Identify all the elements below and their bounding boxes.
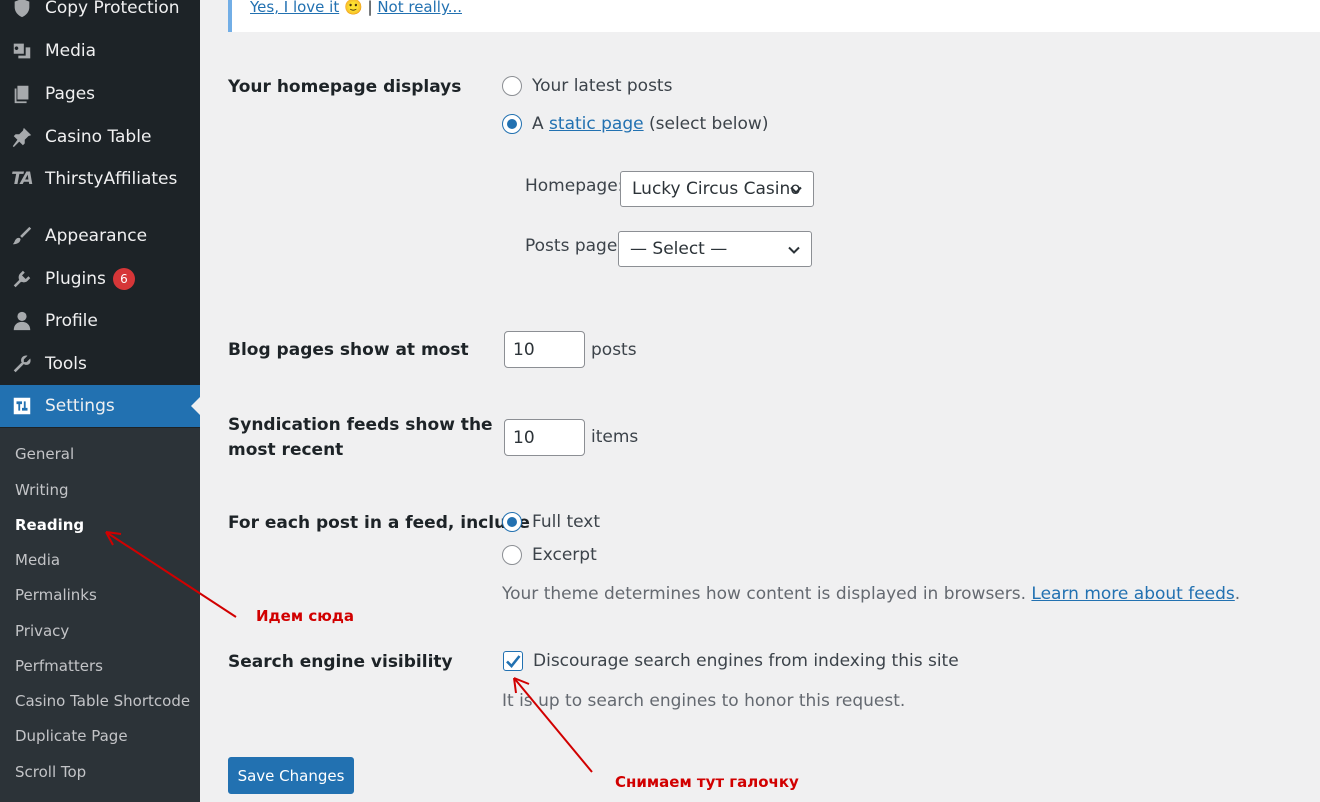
shield-icon [10, 0, 34, 20]
submenu-writing[interactable]: Writing [15, 481, 69, 499]
uncheck-here-annotation: Снимаем тут галочку [615, 773, 799, 791]
submenu-scroll-top[interactable]: Scroll Top [15, 763, 86, 781]
feed-include-label: For each post in a feed, include [228, 513, 530, 533]
submenu-media[interactable]: Media [15, 551, 60, 569]
posts-page-select-label: Posts page: [525, 236, 624, 256]
static-page-link[interactable]: static page [549, 114, 644, 134]
learn-more-feeds-link[interactable]: Learn more about feeds [1031, 584, 1234, 604]
pin-icon [10, 125, 34, 149]
posts-per-page-input[interactable]: 10 [504, 331, 585, 368]
feed-description: Your theme determines how content is dis… [502, 584, 1240, 604]
plug-icon [10, 267, 34, 291]
posts-page-select-value: — Select — [630, 239, 728, 259]
submenu-duplicate-page[interactable]: Duplicate Page [15, 727, 128, 745]
settings-submenu: General Writing Reading Media Permalinks… [0, 428, 200, 802]
save-changes-button[interactable]: Save Changes [228, 757, 354, 794]
discourage-search-option[interactable]: Discourage search engines from indexing … [503, 651, 959, 671]
full-text-option[interactable]: Full text [502, 512, 600, 532]
menu-label: Settings [45, 396, 115, 416]
static-page-radio[interactable] [502, 114, 522, 134]
homepage-select-label: Homepage: [525, 176, 624, 196]
homepage-select-value: Lucky Circus Casino [632, 179, 801, 199]
pages-icon [10, 82, 34, 106]
posts-per-rss-input[interactable]: 10 [504, 419, 585, 456]
syndication-label-line2: most recent [228, 440, 344, 460]
chevron-down-icon [788, 246, 800, 254]
posts-page-select[interactable]: — Select — [618, 231, 812, 267]
excerpt-radio[interactable] [502, 545, 522, 565]
static-page-option[interactable]: A static page (select below) [502, 114, 768, 134]
excerpt-option[interactable]: Excerpt [502, 545, 597, 565]
menu-item-thirstyaffiliates[interactable]: TA ThirstyAffiliates [0, 158, 200, 200]
menu-item-appearance[interactable]: Appearance [0, 215, 200, 257]
full-text-radio[interactable] [502, 512, 522, 532]
excerpt-label: Excerpt [532, 545, 597, 565]
full-text-label: Full text [532, 512, 601, 532]
yes-love-it-link[interactable]: Yes, I love it [250, 0, 339, 16]
static-prefix: A [532, 114, 544, 134]
paintbrush-icon [10, 224, 34, 248]
wrench-icon [10, 352, 34, 376]
latest-posts-option[interactable]: Your latest posts [502, 76, 672, 96]
ta-logo-icon: TA [11, 169, 33, 189]
syndication-label-line1: Syndication feeds show the [228, 415, 493, 435]
submenu-permalinks[interactable]: Permalinks [15, 586, 97, 604]
homepage-select[interactable]: Lucky Circus Casino [620, 171, 814, 207]
menu-label: ThirstyAffiliates [45, 169, 178, 189]
submenu-casino-table-shortcode[interactable]: Casino Table Shortcode [15, 692, 190, 710]
latest-posts-label: Your latest posts [532, 76, 673, 96]
menu-label: Copy Protection [45, 0, 180, 18]
items-suffix: items [591, 427, 639, 447]
latest-posts-radio[interactable] [502, 76, 522, 96]
search-visibility-description: It is up to search engines to honor this… [502, 691, 906, 711]
update-count-badge: 6 [112, 268, 135, 290]
discourage-search-checkbox[interactable] [503, 651, 523, 671]
feed-description-text: Your theme determines how content is dis… [502, 584, 1027, 604]
admin-sidebar: Copy Protection Media Pages Casino Table… [0, 0, 200, 802]
menu-item-pages[interactable]: Pages [0, 73, 200, 115]
menu-label: Appearance [45, 226, 148, 246]
submenu-privacy[interactable]: Privacy [15, 622, 69, 640]
menu-item-tools[interactable]: Tools [0, 343, 200, 385]
media-icon [10, 39, 34, 63]
checkmark-icon [506, 655, 521, 668]
feed-description-period: . [1234, 584, 1241, 604]
feedback-notice: Yes, I love it 🙂 | Not really... [228, 0, 1320, 32]
submenu-general[interactable]: General [15, 445, 74, 463]
menu-item-media[interactable]: Media [0, 30, 200, 72]
submenu-reading[interactable]: Reading [15, 516, 84, 534]
menu-label: Tools [45, 354, 87, 374]
posts-suffix: posts [591, 340, 637, 360]
settings-icon [10, 394, 34, 418]
menu-label: Plugins [45, 269, 106, 289]
discourage-search-label: Discourage search engines from indexing … [533, 651, 959, 671]
notice-separator: | [367, 0, 373, 16]
chevron-down-icon [790, 186, 802, 194]
search-visibility-label: Search engine visibility [228, 652, 453, 672]
menu-item-casino-table[interactable]: Casino Table [0, 116, 200, 158]
go-here-annotation: Идем сюда [256, 607, 355, 625]
menu-label: Media [45, 41, 97, 61]
homepage-displays-label: Your homepage displays [228, 77, 462, 97]
smile-emoji-icon: 🙂 [344, 0, 363, 16]
menu-label: Profile [45, 311, 98, 331]
user-icon [10, 309, 34, 333]
syndication-label: Syndication feeds show the most recent [228, 413, 493, 463]
menu-item-profile[interactable]: Profile [0, 300, 200, 342]
blog-pages-label: Blog pages show at most [228, 340, 469, 360]
menu-label: Casino Table [45, 127, 152, 147]
menu-item-plugins[interactable]: Plugins 6 [0, 258, 200, 300]
not-really-link[interactable]: Not really... [377, 0, 462, 16]
menu-label: Pages [45, 84, 96, 104]
static-suffix: (select below) [649, 114, 769, 134]
menu-item-settings[interactable]: Settings [0, 385, 200, 427]
submenu-perfmatters[interactable]: Perfmatters [15, 657, 103, 675]
menu-item-copy-protection[interactable]: Copy Protection [0, 0, 200, 29]
